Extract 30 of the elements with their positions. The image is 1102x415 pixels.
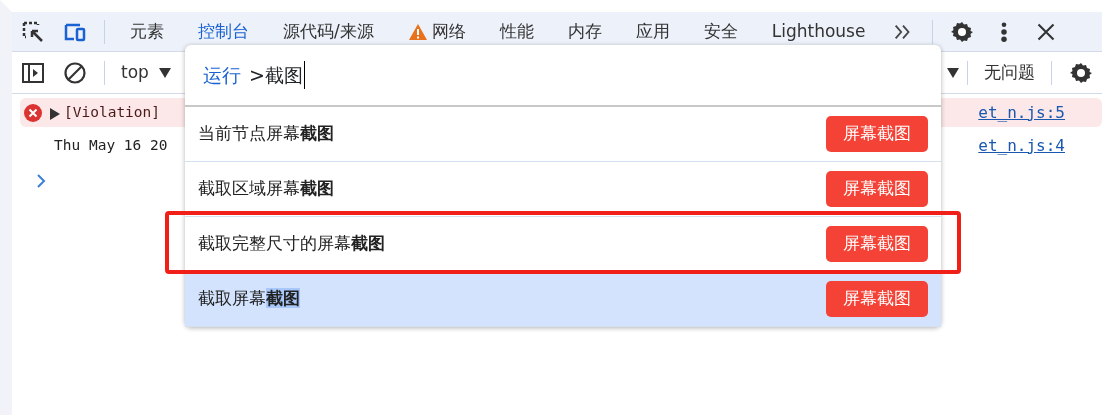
console-message: [Violation] <box>64 102 161 122</box>
source-link[interactable]: et_n.js:4 <box>978 133 1065 158</box>
command-label: 当前节点屏幕截图 <box>198 122 334 146</box>
command-label: 截取区域屏幕截图 <box>198 177 334 201</box>
command-item[interactable]: 截取屏幕截图 屏幕截图 <box>185 272 941 327</box>
console-message: Thu May 16 20 <box>54 135 168 155</box>
screenshot-button[interactable]: 屏幕截图 <box>826 171 928 207</box>
panel-tab[interactable]: 控制台 <box>181 16 266 47</box>
panel-tab[interactable]: 元素 <box>113 16 181 47</box>
panel-tab[interactable]: 网络 <box>390 16 483 47</box>
panel-tab[interactable]: Lighthouse <box>754 16 883 47</box>
command-item[interactable]: 截取区域屏幕截图 屏幕截图 <box>185 162 941 217</box>
command-query: >截图 <box>249 60 305 90</box>
panel-tab[interactable]: 内存 <box>550 16 619 47</box>
screenshot-button[interactable]: 屏幕截图 <box>826 116 928 152</box>
panel-tab[interactable]: 性能 <box>482 16 551 47</box>
source-link[interactable]: et_n.js:5 <box>978 100 1065 125</box>
issues-button[interactable]: 无问题 <box>976 59 1043 86</box>
panel-tab[interactable]: 安全 <box>686 16 755 47</box>
command-label: 截取屏幕截图 <box>198 287 300 311</box>
command-item[interactable]: 截取完整尺寸的屏幕截图 屏幕截图 <box>185 217 941 272</box>
panel-tab[interactable]: 源代码/来源 <box>266 16 391 47</box>
command-mode-label: 运行 <box>203 62 241 88</box>
command-input[interactable]: 运行 >截图 <box>185 45 941 107</box>
screenshot-button[interactable]: 屏幕截图 <box>826 281 928 317</box>
screenshot-button[interactable]: 屏幕截图 <box>826 226 928 262</box>
command-item[interactable]: 当前节点屏幕截图 屏幕截图 <box>185 107 941 162</box>
command-label: 截取完整尺寸的屏幕截图 <box>198 232 385 256</box>
panel-tab[interactable]: 应用 <box>618 16 687 47</box>
context-dropdown[interactable]: top <box>113 59 179 86</box>
